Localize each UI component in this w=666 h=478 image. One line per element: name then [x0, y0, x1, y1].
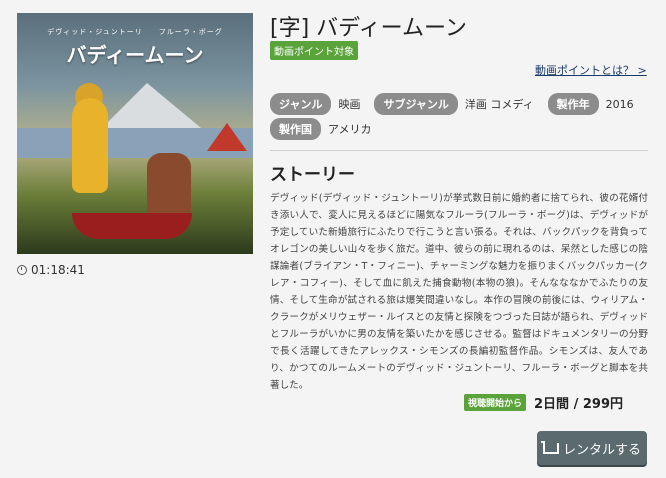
story-heading: ストーリー [270, 165, 355, 185]
year-value: 2016 [605, 97, 634, 111]
rental-price: 2日間 / 299円 [534, 397, 623, 412]
rent-button-label: レンタルする [562, 442, 641, 458]
subgenre-tag[interactable]: サブジャンル [374, 93, 458, 115]
start-badge: 視聴開始から [464, 394, 527, 411]
poster-figure-banana [72, 98, 108, 193]
point-info-link[interactable]: 動画ポイントとは？ > [535, 62, 647, 78]
divider [270, 150, 648, 151]
movie-poster: デヴィッド・ジュントーリ フルーラ・ボーグ バディームーン [17, 13, 253, 254]
duration: 01:18:41 [17, 263, 85, 277]
meta-row-2: 製作国 アメリカ [270, 118, 385, 140]
poster-mountain [97, 83, 207, 133]
meta-row-1: ジャンル 映画 サブジャンル 洋画 コメディ 製作年 2016 [270, 93, 648, 115]
page-title: [字] バディームーン [270, 16, 467, 41]
genre-tag[interactable]: ジャンル [270, 93, 332, 115]
story-text: デヴィッド(デヴィッド・ジュントーリ)が挙式数日前に婚約者に捨てられ、彼の花婿付… [270, 193, 648, 391]
poster-tent [207, 123, 247, 151]
cart-icon [540, 440, 559, 454]
duration-value: 01:18:41 [31, 263, 85, 277]
country-tag[interactable]: 製作国 [270, 118, 321, 140]
subgenre-value: 洋画 コメディ [464, 98, 534, 111]
poster-credits: デヴィッド・ジュントーリ フルーラ・ボーグ [47, 28, 223, 36]
year-tag[interactable]: 製作年 [547, 93, 599, 115]
clock-icon [17, 265, 27, 275]
poster-canoe [72, 213, 192, 239]
country-value: アメリカ [328, 123, 372, 136]
poster-title: バディームーン [66, 43, 204, 67]
genre-value: 映画 [338, 98, 361, 111]
price-row: 視聴開始から 2日間 / 299円 [464, 393, 623, 412]
rent-button[interactable]: レンタルする [537, 431, 647, 465]
point-badge: 動画ポイント対象 [270, 41, 358, 60]
